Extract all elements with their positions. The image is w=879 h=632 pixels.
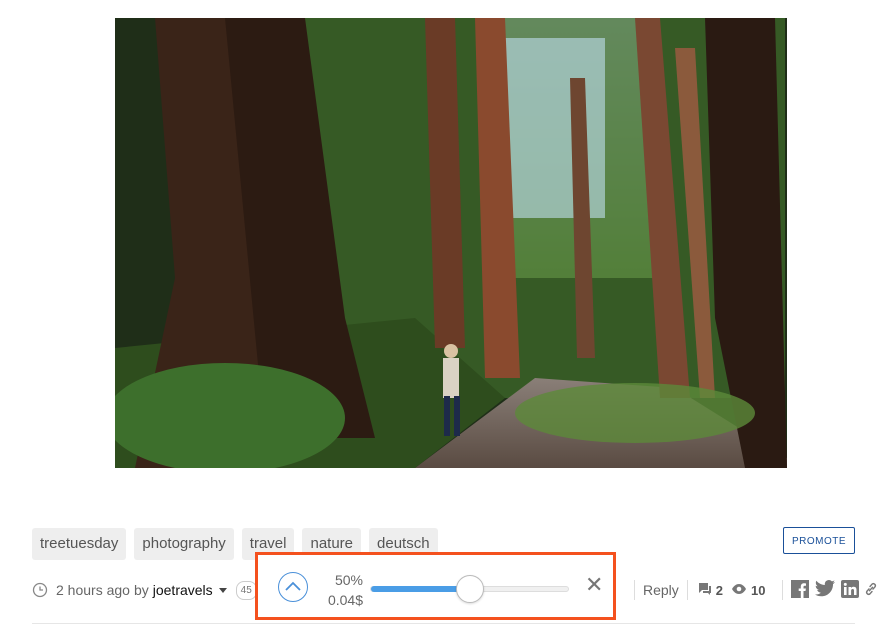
separator — [781, 580, 783, 600]
author-link[interactable]: joetravels — [153, 582, 213, 598]
views-count: 10 — [751, 582, 766, 598]
post-image — [115, 18, 787, 468]
post-actions: Reply 2 10 — [626, 578, 877, 602]
separator — [686, 580, 688, 600]
vote-slider-panel: 50% 0.04$ ✕ — [255, 552, 616, 620]
tag-treetuesday[interactable]: treetuesday — [32, 528, 127, 560]
clock-icon — [32, 582, 48, 598]
comments-icon[interactable] — [696, 582, 712, 599]
close-vote-button[interactable]: ✕ — [585, 574, 603, 596]
author-menu-caret-icon[interactable] — [218, 587, 227, 593]
post-time: 2 hours ago — [56, 582, 130, 598]
eye-icon — [731, 582, 747, 598]
vote-percent: 50% — [334, 572, 363, 588]
vote-payout: 0.04$ — [327, 592, 363, 608]
by-label: by — [133, 582, 149, 598]
reputation-badge: 45 — [235, 580, 257, 600]
tag-photography[interactable]: photography — [134, 528, 234, 560]
slider-handle[interactable] — [456, 575, 484, 603]
reply-link[interactable]: Reply — [643, 582, 679, 598]
twitter-icon[interactable] — [814, 580, 835, 600]
upvote-chevron-icon — [285, 581, 301, 591]
post-footer-divider — [32, 623, 855, 624]
upvote-button[interactable] — [278, 572, 308, 602]
link-icon[interactable] — [865, 582, 877, 599]
post-meta: 2 hours ago by joetravels 45 — [32, 578, 257, 602]
promote-button[interactable]: PROMOTE — [783, 527, 855, 554]
linkedin-icon[interactable] — [840, 579, 859, 601]
facebook-icon[interactable] — [790, 579, 809, 601]
separator — [634, 580, 635, 600]
comments-count: 2 — [715, 582, 724, 598]
share-links — [790, 579, 877, 601]
